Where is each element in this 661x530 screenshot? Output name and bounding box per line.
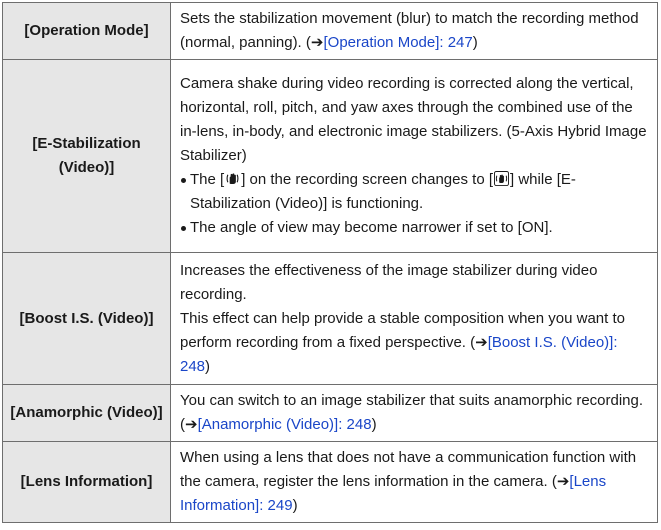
arrow-icon: ➔ xyxy=(185,416,198,433)
arrow-icon: ➔ xyxy=(556,473,570,490)
description-cell: Increases the effectiveness of the image… xyxy=(170,252,658,385)
description-text-end: ) xyxy=(472,34,478,51)
link-anamorphic-video[interactable]: [Anamorphic (Video)]: 248 xyxy=(198,416,372,433)
bullet-list: The [ ] on the recording screen changes t… xyxy=(180,168,648,240)
table-row: [Boost I.S. (Video)] Increases the effec… xyxy=(2,252,658,385)
hand-shake-stabilizer-icon xyxy=(225,171,240,186)
bullet-text: ] on the recording screen changes to [ xyxy=(241,171,494,188)
settings-table: [Operation Mode] Sets the stabilization … xyxy=(2,2,658,523)
description-cell: Camera shake during video recording is c… xyxy=(170,59,658,253)
arrow-icon: ➔ xyxy=(310,34,324,51)
description-cell: Sets the stabilization movement (blur) t… xyxy=(170,2,658,60)
list-item: The angle of view may become narrower if… xyxy=(180,216,648,240)
term-anamorphic-video: [Anamorphic (Video)] xyxy=(2,384,171,442)
description-text: Increases the effectiveness of the image… xyxy=(180,261,598,303)
term-operation-mode: [Operation Mode] xyxy=(2,2,171,60)
table-row: [Anamorphic (Video)] You can switch to a… xyxy=(2,384,658,442)
table-row: [Operation Mode] Sets the stabilization … xyxy=(2,2,658,60)
term-e-stabilization-video: [E-Stabilization (Video)] xyxy=(2,59,171,253)
description-text: Camera shake during video recording is c… xyxy=(180,75,647,164)
table-row: [Lens Information] When using a lens tha… xyxy=(2,441,658,523)
description-text-end: ) xyxy=(292,497,298,514)
description-text-end: ) xyxy=(371,416,377,433)
list-item: The [ ] on the recording screen changes t… xyxy=(180,168,648,216)
description-cell: You can switch to an image stabilizer th… xyxy=(170,384,658,442)
term-lens-information: [Lens Information] xyxy=(2,441,171,523)
bullet-text: The [ xyxy=(190,171,225,188)
description-text-end: ) xyxy=(205,357,211,375)
table-row: [E-Stabilization (Video)] Camera shake d… xyxy=(2,59,658,253)
description-text-2: This effect can help provide a stable co… xyxy=(180,307,648,379)
hybrid-stabilizer-icon xyxy=(494,171,510,186)
term-boost-is-video: [Boost I.S. (Video)] xyxy=(2,252,171,385)
description-cell: When using a lens that does not have a c… xyxy=(170,441,658,523)
arrow-icon: ➔ xyxy=(475,333,488,351)
link-operation-mode[interactable]: [Operation Mode]: 247 xyxy=(323,34,472,51)
